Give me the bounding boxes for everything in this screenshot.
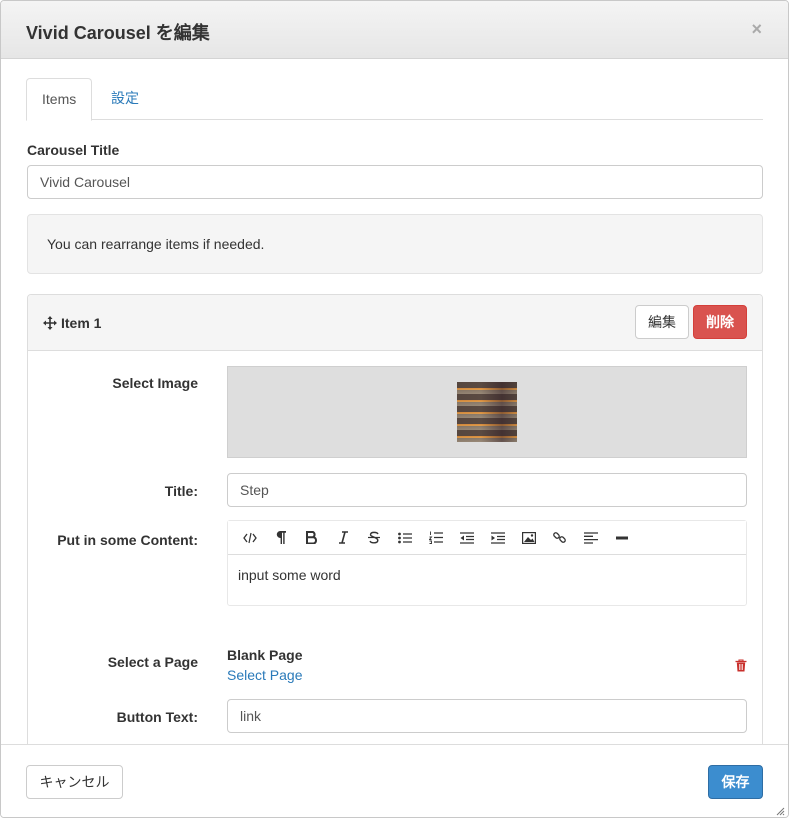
tab-bar: Items 設定 [26, 78, 763, 121]
select-image-label: Select Image [112, 375, 198, 391]
title-input[interactable]: Step [227, 473, 747, 507]
tab-items[interactable]: Items [26, 78, 93, 121]
strikethrough-icon[interactable] [358, 524, 389, 552]
paragraph-icon[interactable] [265, 524, 296, 552]
edit-item-button[interactable]: 編集 [635, 305, 689, 339]
selected-image-thumbnail[interactable] [457, 382, 517, 442]
dialog-body: Items 設定 Carousel Title Vivid Carousel Y… [1, 60, 788, 744]
rich-text-editor: input some word [227, 520, 747, 606]
tab-settings[interactable]: 設定 [96, 78, 154, 120]
close-icon[interactable]: × [751, 20, 762, 38]
item-title: Item 1 [43, 315, 101, 331]
item-header[interactable]: Item 1 編集 削除 [28, 295, 762, 351]
content-label: Put in some Content: [57, 532, 198, 548]
thumbnail-shade [457, 382, 517, 442]
dialog-footer: キャンセル 保存 [1, 744, 788, 817]
image-icon[interactable] [513, 524, 544, 552]
indent-icon[interactable] [482, 524, 513, 552]
button-text-label: Button Text: [116, 709, 198, 725]
link-icon[interactable] [544, 524, 575, 552]
cancel-button[interactable]: キャンセル [26, 765, 123, 799]
horizontal-rule-icon[interactable] [606, 524, 637, 552]
dialog-title: Vivid Carousel を編集 [26, 23, 210, 43]
carousel-title-label: Carousel Title [27, 142, 120, 158]
image-picker[interactable] [227, 366, 747, 458]
italic-icon[interactable] [327, 524, 358, 552]
align-icon[interactable] [575, 524, 606, 552]
delete-item-button[interactable]: 削除 [693, 305, 747, 339]
ordered-list-icon[interactable] [420, 524, 451, 552]
title-label: Title: [164, 483, 198, 499]
bold-icon[interactable] [296, 524, 327, 552]
edit-carousel-dialog: Vivid Carousel を編集 × Items 設定 Carousel T… [0, 0, 789, 818]
save-button[interactable]: 保存 [708, 765, 763, 799]
selected-page-name: Blank Page [227, 647, 303, 663]
outdent-icon[interactable] [451, 524, 482, 552]
carousel-item-panel: Item 1 編集 削除 Select Image Title: Step Pu… [27, 294, 763, 744]
button-text-input[interactable]: link [227, 699, 747, 733]
dialog-header: Vivid Carousel を編集 × [1, 1, 788, 59]
resize-handle-icon[interactable] [775, 806, 785, 816]
move-icon[interactable] [43, 316, 57, 330]
carousel-title-input[interactable]: Vivid Carousel [27, 165, 763, 199]
item-title-text: Item 1 [61, 315, 102, 331]
code-view-icon[interactable] [234, 524, 265, 552]
unordered-list-icon[interactable] [389, 524, 420, 552]
select-page-link[interactable]: Select Page [227, 667, 303, 683]
select-page-label: Select a Page [107, 654, 198, 670]
editor-content[interactable]: input some word [228, 555, 746, 595]
editor-toolbar [228, 521, 746, 555]
trash-icon[interactable] [735, 659, 747, 672]
rearrange-notice: You can rearrange items if needed. [27, 214, 763, 274]
